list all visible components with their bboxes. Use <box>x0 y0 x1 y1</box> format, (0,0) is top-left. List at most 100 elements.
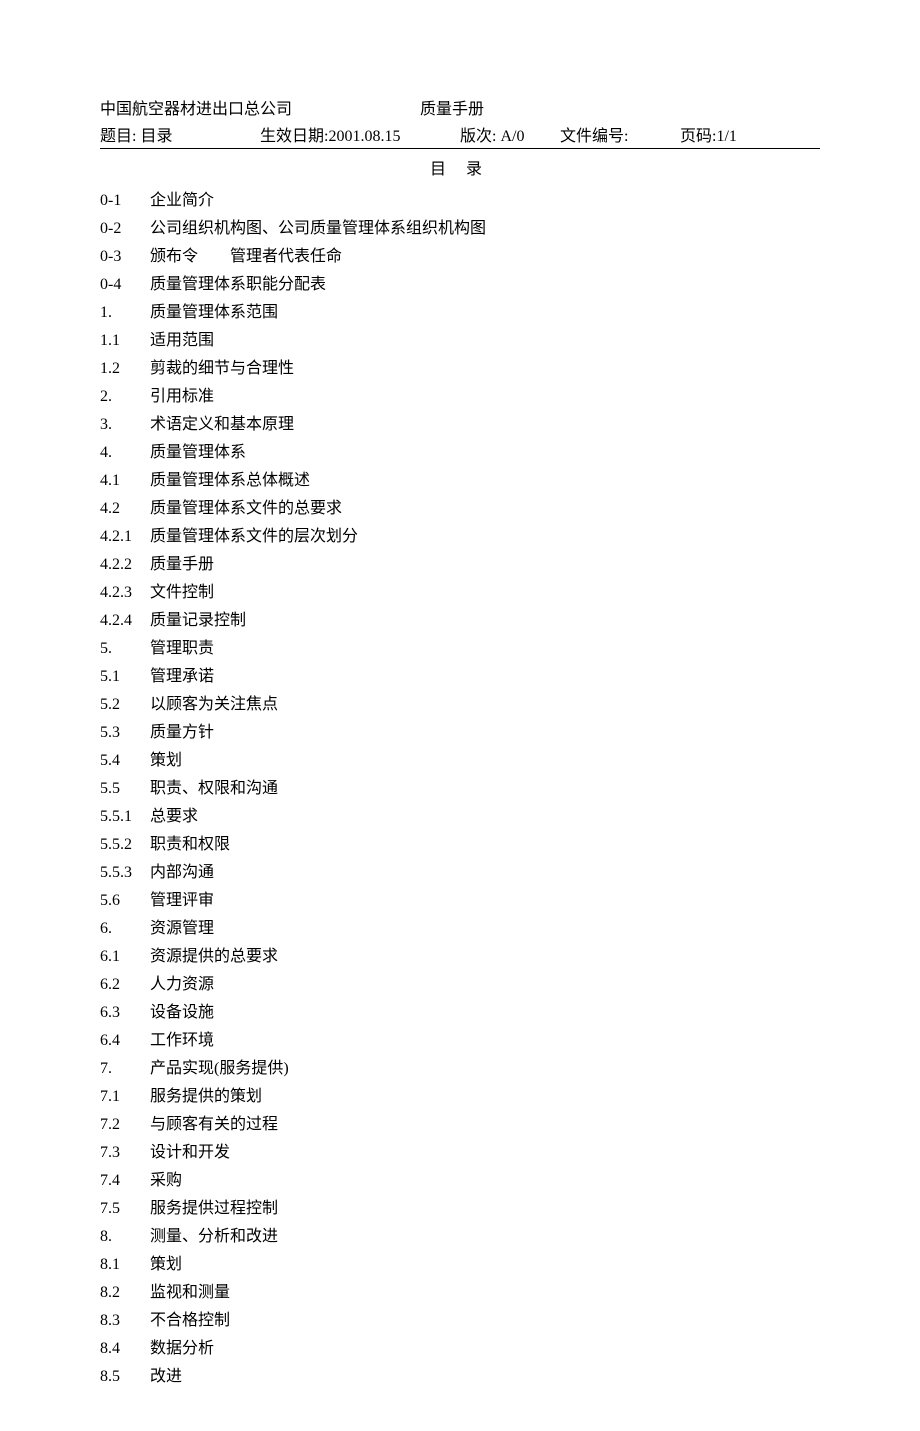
toc-row: 8.1策划 <box>100 1251 820 1279</box>
effective-date-value: 2001.08.15 <box>328 128 400 145</box>
toc-text: 质量记录控制 <box>150 607 820 635</box>
toc-row: 2.引用标准 <box>100 383 820 411</box>
toc-text: 管理评审 <box>150 887 820 915</box>
toc-row: 5.3质量方针 <box>100 719 820 747</box>
toc-text: 质量管理体系文件的层次划分 <box>150 523 820 551</box>
toc-text: 质量方针 <box>150 719 820 747</box>
toc-row: 7.4采购 <box>100 1167 820 1195</box>
toc-text: 监视和测量 <box>150 1279 820 1307</box>
toc-number: 1. <box>100 299 150 327</box>
toc-text: 企业简介 <box>150 187 820 215</box>
toc-number: 4.1 <box>100 467 150 495</box>
toc-number: 0-4 <box>100 271 150 299</box>
document-page: 中国航空器材进出口总公司 质量手册 题目: 目录 生效日期:2001.08.15… <box>0 0 920 1431</box>
toc-number: 6.1 <box>100 943 150 971</box>
toc-number: 4.2 <box>100 495 150 523</box>
toc-text: 策划 <box>150 747 820 775</box>
toc-row: 1.质量管理体系范围 <box>100 299 820 327</box>
toc-row: 5.6管理评审 <box>100 887 820 915</box>
toc-row: 5.5职责、权限和沟通 <box>100 775 820 803</box>
toc-text: 文件控制 <box>150 579 820 607</box>
toc-row: 6.3设备设施 <box>100 999 820 1027</box>
toc-number: 0-1 <box>100 187 150 215</box>
toc-text: 内部沟通 <box>150 859 820 887</box>
header-line-1: 中国航空器材进出口总公司 质量手册 <box>100 95 820 119</box>
toc-row: 5.5.2职责和权限 <box>100 831 820 859</box>
subject-label: 题目: <box>100 128 136 145</box>
toc-row: 8.2监视和测量 <box>100 1279 820 1307</box>
toc-number: 4.2.3 <box>100 579 150 607</box>
version-label: 版次: <box>460 128 496 145</box>
toc-row: 8.4数据分析 <box>100 1335 820 1363</box>
toc-row: 7.3设计和开发 <box>100 1139 820 1167</box>
toc-number: 5.5.3 <box>100 859 150 887</box>
toc-number: 5.2 <box>100 691 150 719</box>
toc-number: 8.3 <box>100 1307 150 1335</box>
toc-number: 8.2 <box>100 1279 150 1307</box>
toc-number: 1.1 <box>100 327 150 355</box>
toc-row: 4.2.3文件控制 <box>100 579 820 607</box>
toc-row: 5.1管理承诺 <box>100 663 820 691</box>
toc-text: 测量、分析和改进 <box>150 1223 820 1251</box>
toc-text: 质量管理体系范围 <box>150 299 820 327</box>
toc-text: 设备设施 <box>150 999 820 1027</box>
version-field: 版次: A/0 <box>460 122 560 146</box>
toc-text: 资源管理 <box>150 915 820 943</box>
toc-text: 质量管理体系职能分配表 <box>150 271 820 299</box>
toc-number: 6. <box>100 915 150 943</box>
subject-value: 目录 <box>140 128 172 145</box>
toc-number: 7.3 <box>100 1139 150 1167</box>
toc-row: 5.4策划 <box>100 747 820 775</box>
toc-text: 颁布令 管理者代表任命 <box>150 243 820 271</box>
toc-number: 7.2 <box>100 1111 150 1139</box>
subject-field: 题目: 目录 <box>100 122 260 146</box>
toc-number: 7.4 <box>100 1167 150 1195</box>
toc-number: 8. <box>100 1223 150 1251</box>
toc-row: 0-4质量管理体系职能分配表 <box>100 271 820 299</box>
toc-number: 7.5 <box>100 1195 150 1223</box>
toc-number: 5.5 <box>100 775 150 803</box>
toc-row: 4.2.2质量手册 <box>100 551 820 579</box>
toc-number: 2. <box>100 383 150 411</box>
toc-text: 质量管理体系总体概述 <box>150 467 820 495</box>
toc-text: 质量手册 <box>150 551 820 579</box>
toc-text: 策划 <box>150 1251 820 1279</box>
toc-number: 5. <box>100 635 150 663</box>
toc-number: 3. <box>100 411 150 439</box>
toc-number: 4.2.4 <box>100 607 150 635</box>
toc-text: 术语定义和基本原理 <box>150 411 820 439</box>
manual-title: 质量手册 <box>420 95 484 119</box>
toc-row: 0-3颁布令 管理者代表任命 <box>100 243 820 271</box>
toc-text: 改进 <box>150 1363 820 1391</box>
toc-text: 服务提供过程控制 <box>150 1195 820 1223</box>
toc-text: 适用范围 <box>150 327 820 355</box>
toc-row: 5.2以顾客为关注焦点 <box>100 691 820 719</box>
toc-row: 1.2剪裁的细节与合理性 <box>100 355 820 383</box>
toc-number: 6.4 <box>100 1027 150 1055</box>
toc-text: 质量管理体系文件的总要求 <box>150 495 820 523</box>
toc-text: 以顾客为关注焦点 <box>150 691 820 719</box>
page-field: 页码:1/1 <box>680 122 737 146</box>
toc-text: 与顾客有关的过程 <box>150 1111 820 1139</box>
toc-number: 7.1 <box>100 1083 150 1111</box>
toc-text: 产品实现(服务提供) <box>150 1055 820 1083</box>
toc-text: 不合格控制 <box>150 1307 820 1335</box>
toc-row: 6.1资源提供的总要求 <box>100 943 820 971</box>
toc-number: 5.1 <box>100 663 150 691</box>
toc-row: 5.5.3内部沟通 <box>100 859 820 887</box>
doc-no-label: 文件编号: <box>560 128 628 145</box>
toc-row: 3.术语定义和基本原理 <box>100 411 820 439</box>
toc-number: 8.4 <box>100 1335 150 1363</box>
toc-row: 4.1质量管理体系总体概述 <box>100 467 820 495</box>
toc-row: 6.4工作环境 <box>100 1027 820 1055</box>
toc-text: 公司组织机构图、公司质量管理体系组织机构图 <box>150 215 820 243</box>
version-value: A/0 <box>500 128 524 145</box>
toc-row: 7.5服务提供过程控制 <box>100 1195 820 1223</box>
toc-number: 8.5 <box>100 1363 150 1391</box>
toc-text: 管理承诺 <box>150 663 820 691</box>
toc-row: 0-2公司组织机构图、公司质量管理体系组织机构图 <box>100 215 820 243</box>
toc-row: 5.管理职责 <box>100 635 820 663</box>
toc-text: 总要求 <box>150 803 820 831</box>
toc-number: 8.1 <box>100 1251 150 1279</box>
toc-row: 4.质量管理体系 <box>100 439 820 467</box>
